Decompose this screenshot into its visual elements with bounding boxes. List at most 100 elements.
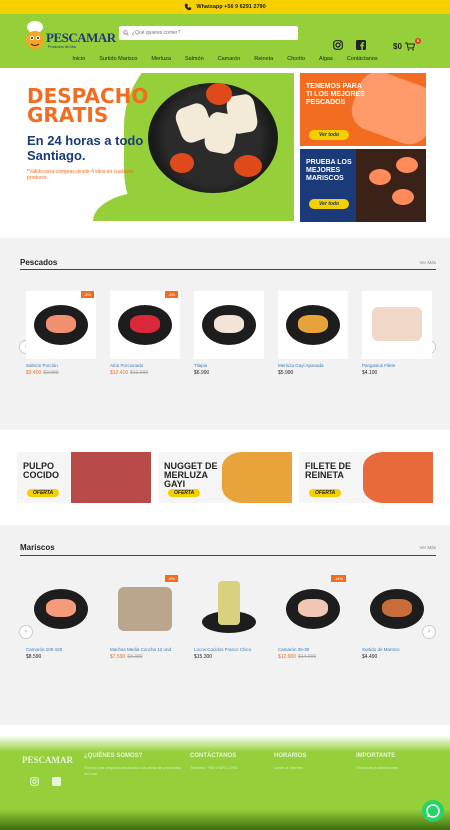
product-image[interactable] [362,291,432,359]
oferta-button[interactable]: OFERTA [27,489,60,497]
oferta-button[interactable]: OFERTA [168,489,201,497]
product-price: $12.900 [278,654,297,660]
footer-col-contacto: CONTÁCTANOS Teléfono: +56 9 6291 2790 [190,753,238,770]
discount-badge: -14% [330,575,346,582]
discount-badge: -4% [164,291,178,298]
cart-count-badge: 0 [415,38,421,44]
ver-mas-link[interactable]: Ver Más [419,545,436,550]
product-card[interactable]: -4% Atún Porcionado $12.410 $12.990 [110,291,180,376]
whatsapp-icon [426,804,440,818]
instagram-icon[interactable] [30,777,39,786]
product-name[interactable]: Surtido de Marisco [362,647,432,652]
search-bar[interactable] [119,26,298,40]
cart-total: $0 [393,42,402,51]
product-price: $15.300 [194,654,213,660]
product-price: $8.590 [26,654,42,660]
product-name[interactable]: Merluza Gayi Apanada [278,363,348,368]
main-nav: Inicio Surtido Marisco Merluza Salmón Ca… [0,56,450,62]
nav-inicio[interactable]: Inicio [65,56,92,62]
product-old-price: $9.990 [43,370,59,376]
product-image[interactable]: -5% [26,291,96,359]
product-card[interactable]: Surtido de Marisco $4.490 [362,575,432,660]
promo-reineta[interactable]: FILETE DE REINETA OFERTA [299,452,433,503]
product-name[interactable]: Locos Cocidos Frasco Chico [194,647,264,652]
product-card[interactable]: Pangasius Filete $4.100 [362,291,432,376]
product-card[interactable]: Tilapia $6.990 [194,291,264,376]
product-old-price: $8.390 [127,654,143,660]
nav-reineta[interactable]: Reineta [247,56,280,62]
ver-todo-pescados-button[interactable]: Ver todo [309,130,350,140]
product-card[interactable]: Locos Cocidos Frasco Chico $15.300 [194,575,264,660]
promo-text: FILETE DE REINETA [305,461,352,480]
product-image[interactable] [278,291,348,359]
nav-algas[interactable]: Algas [312,56,340,62]
nav-merluza[interactable]: Merluza [144,56,178,62]
product-price: $7.590 [110,654,126,660]
phone-icon [185,3,192,11]
nav-camaron[interactable]: Camarón [211,56,248,62]
pan-image [148,83,278,193]
product-name[interactable]: Atún Porcionado [110,363,180,368]
product-name[interactable]: Tilapia [194,363,264,368]
nav-surtido-marisco[interactable]: Surtido Marisco [92,56,144,62]
top-bar: Whatsapp +56 9 6291 2790 [0,0,450,14]
site-header: PESCAMAR Productos del Mar $0 0 Inicio S… [0,14,450,68]
search-input[interactable] [132,30,282,36]
whatsapp-text[interactable]: Whatsapp +56 9 6291 2790 [196,4,265,10]
product-price: $4.100 [362,370,378,376]
footer-col-quienes: ¿QUIÉNES SOMOS? Somos una empresa dedica… [84,753,181,776]
facebook-icon[interactable] [52,777,61,786]
product-image[interactable] [362,575,432,643]
product-card[interactable]: -5% Salmón Porción $9.400 $9.990 [26,291,96,376]
promo-text: PULPO COCIDO [23,461,59,480]
promo-pulpo[interactable]: PULPO COCIDO OFERTA [17,452,151,503]
nav-contactanos[interactable]: Contáctanos [340,56,385,62]
hero-note: *Válido para compras desde 4 kilos en cu… [27,169,135,181]
product-name[interactable]: Pangasius Filete [362,363,432,368]
product-image[interactable]: -14% [278,575,348,643]
product-old-price: $14.990 [298,654,317,660]
product-image[interactable]: -9% [110,575,180,643]
ver-todo-mariscos-button[interactable]: Ver todo [309,199,350,209]
search-icon [123,30,129,36]
product-card[interactable]: Camarón 100-150 $8.590 [26,575,96,660]
product-old-price: $12.990 [130,370,149,376]
product-name[interactable]: Camarón 100-150 [26,647,96,652]
brand-tagline: Productos del Mar [48,45,77,49]
product-card[interactable]: -14% Camarón 26-30 $12.900 $14.990 [278,575,348,660]
instagram-icon[interactable] [333,40,343,50]
nav-salmon[interactable]: Salmón [178,56,211,62]
product-card[interactable]: Merluza Gayi Apanada $5.990 [278,291,348,376]
brand-name: PESCAMAR [46,30,116,45]
product-name[interactable]: Salmón Porción [26,363,96,368]
mariscos-banner[interactable]: PRUEBA LOS MEJORES MARISCOS Ver todo [300,149,426,222]
promo-text: NUGGET DE MERLUZA GAYI [164,461,218,489]
promo-nugget[interactable]: NUGGET DE MERLUZA GAYI OFERTA [158,452,292,503]
product-image[interactable]: -4% [110,291,180,359]
pescados-banner[interactable]: TENEMOS PARA TI LOS MEJORES PESCADOS Ver… [300,73,426,146]
hero-subtitle: En 24 horas a todo Santiago. [27,133,144,163]
product-name[interactable]: Camarón 26-30 [278,647,348,652]
product-card[interactable]: -9% Machas Media Concha 12 und. $7.590 $8… [110,575,180,660]
product-image[interactable] [26,575,96,643]
oferta-button[interactable]: OFERTA [309,489,342,497]
cart-button[interactable]: $0 0 [393,38,421,51]
product-price: $4.490 [362,654,378,660]
section-title: Mariscos [20,543,55,552]
facebook-icon[interactable] [356,40,366,50]
pescados-section: Pescados Ver Más ‹ › -5% Salmón Porción … [0,238,450,430]
logo[interactable]: PESCAMAR Productos del Mar [24,18,116,58]
ver-mas-link[interactable]: Ver Más [419,260,436,265]
hero-title: DESPACHO GRATIS [27,84,149,127]
discount-badge: -9% [164,575,178,582]
product-image[interactable] [194,291,264,359]
cart-icon [404,42,415,51]
product-image[interactable] [194,575,264,643]
hero-banner[interactable]: DESPACHO GRATIS En 24 horas a todo Santi… [13,73,294,221]
product-name[interactable]: Machas Media Concha 12 und. [110,647,180,652]
product-price: $12.410 [110,370,129,376]
chef-mascot-icon [26,21,44,49]
nav-chorito[interactable]: Chorito [280,56,312,62]
footer-col-horarios: HORARIOS Lunes a Viernes [274,753,307,770]
whatsapp-float-button[interactable] [422,800,444,822]
